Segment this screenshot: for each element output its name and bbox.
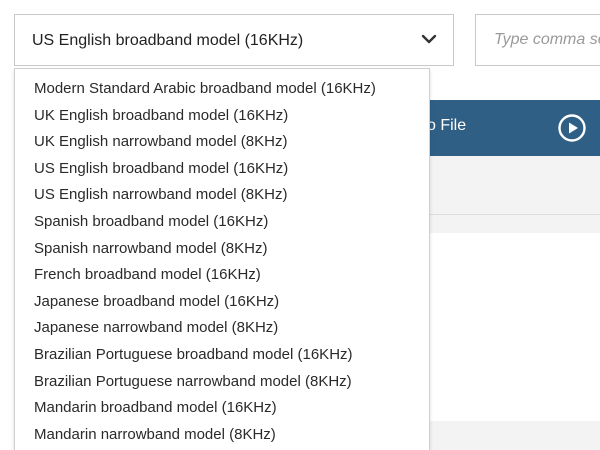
play-circle-icon[interactable]: [557, 113, 587, 143]
model-option[interactable]: Spanish narrowband model (8KHz): [15, 236, 429, 263]
model-option[interactable]: Japanese broadband model (16KHz): [15, 289, 429, 316]
model-select-value: US English broadband model (16KHz): [32, 32, 304, 49]
model-option[interactable]: Brazilian Portuguese broadband model (16…: [15, 342, 429, 369]
keywords-input[interactable]: [475, 14, 600, 66]
model-option[interactable]: US English broadband model (16KHz): [15, 156, 429, 183]
model-dropdown-list: Modern Standard Arabic broadband model (…: [14, 68, 430, 450]
speech-to-text-page: US English broadband model (16KHz) o Fil…: [0, 0, 600, 450]
model-option[interactable]: UK English broadband model (16KHz): [15, 103, 429, 130]
model-option[interactable]: Mandarin broadband model (16KHz): [15, 395, 429, 422]
chevron-down-icon[interactable]: [421, 33, 437, 45]
model-option[interactable]: Modern Standard Arabic broadband model (…: [15, 76, 429, 103]
model-option[interactable]: Brazilian Portuguese narrowband model (8…: [15, 369, 429, 396]
model-options: Modern Standard Arabic broadband model (…: [15, 69, 429, 448]
play-audio-label: o File: [427, 117, 467, 134]
model-option[interactable]: UK English narrowband model (8KHz): [15, 129, 429, 156]
model-option[interactable]: Mandarin narrowband model (8KHz): [15, 422, 429, 449]
model-select[interactable]: US English broadband model (16KHz): [14, 14, 454, 66]
model-option[interactable]: French broadband model (16KHz): [15, 262, 429, 289]
model-option[interactable]: US English narrowband model (8KHz): [15, 182, 429, 209]
model-option[interactable]: Japanese narrowband model (8KHz): [15, 315, 429, 342]
model-option[interactable]: Spanish broadband model (16KHz): [15, 209, 429, 236]
